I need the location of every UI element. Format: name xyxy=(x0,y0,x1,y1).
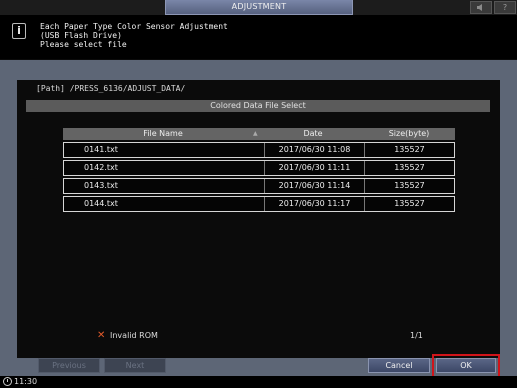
table-row[interactable]: 0142.txt 2017/06/30 11:11 135527 xyxy=(63,160,455,176)
instruction-message: Each Paper Type Color Sensor Adjustment … xyxy=(40,22,228,49)
file-name-cell: 0141.txt xyxy=(84,145,118,154)
screen-title-tab: ADJUSTMENT xyxy=(165,0,353,15)
invalid-rom-legend: Invalid ROM xyxy=(110,331,158,340)
file-name-cell: 0144.txt xyxy=(84,199,118,208)
sort-ascending-icon: ▲ xyxy=(253,130,258,137)
message-line: (USB Flash Drive) xyxy=(40,31,122,40)
table-row[interactable]: 0141.txt 2017/06/30 11:08 135527 xyxy=(63,142,455,158)
size-cell: 135527 xyxy=(364,197,454,211)
clock-time: 11:30 xyxy=(14,377,38,386)
file-name-cell: 0143.txt xyxy=(84,181,118,190)
page-indicator: 1/1 xyxy=(410,331,423,340)
speaker-icon[interactable] xyxy=(470,1,492,14)
ok-highlight-box xyxy=(432,354,500,378)
date-cell: 2017/06/30 11:08 xyxy=(264,143,364,157)
size-cell: 135527 xyxy=(364,161,454,175)
path-label: [Path] /PRESS_6136/ADJUST_DATA/ xyxy=(36,84,186,93)
file-name-cell: 0142.txt xyxy=(84,163,118,172)
date-cell: 2017/06/30 11:14 xyxy=(264,179,364,193)
status-bar xyxy=(0,376,517,388)
column-header-date[interactable]: Date xyxy=(263,128,363,140)
previous-button[interactable]: Previous xyxy=(38,358,100,373)
table-header: File Name ▲ Date Size(byte) xyxy=(63,128,455,140)
column-header-size[interactable]: Size(byte) xyxy=(363,128,455,140)
date-cell: 2017/06/30 11:11 xyxy=(264,161,364,175)
column-header-file-name[interactable]: File Name xyxy=(63,128,263,140)
help-icon[interactable]: ? xyxy=(494,1,516,14)
invalid-rom-icon: ✕ xyxy=(97,330,106,341)
next-button[interactable]: Next xyxy=(104,358,166,373)
message-line: Please select file xyxy=(40,40,127,49)
size-cell: 135527 xyxy=(364,143,454,157)
file-select-panel xyxy=(17,80,500,358)
cancel-button[interactable]: Cancel xyxy=(368,358,430,373)
clock-icon xyxy=(3,377,12,386)
table-row[interactable]: 0144.txt 2017/06/30 11:17 135527 xyxy=(63,196,455,212)
panel-title: Colored Data File Select xyxy=(26,100,490,112)
date-cell: 2017/06/30 11:17 xyxy=(264,197,364,211)
info-icon: i xyxy=(12,23,26,39)
size-cell: 135527 xyxy=(364,179,454,193)
table-row[interactable]: 0143.txt 2017/06/30 11:14 135527 xyxy=(63,178,455,194)
message-line: Each Paper Type Color Sensor Adjustment xyxy=(40,22,228,31)
